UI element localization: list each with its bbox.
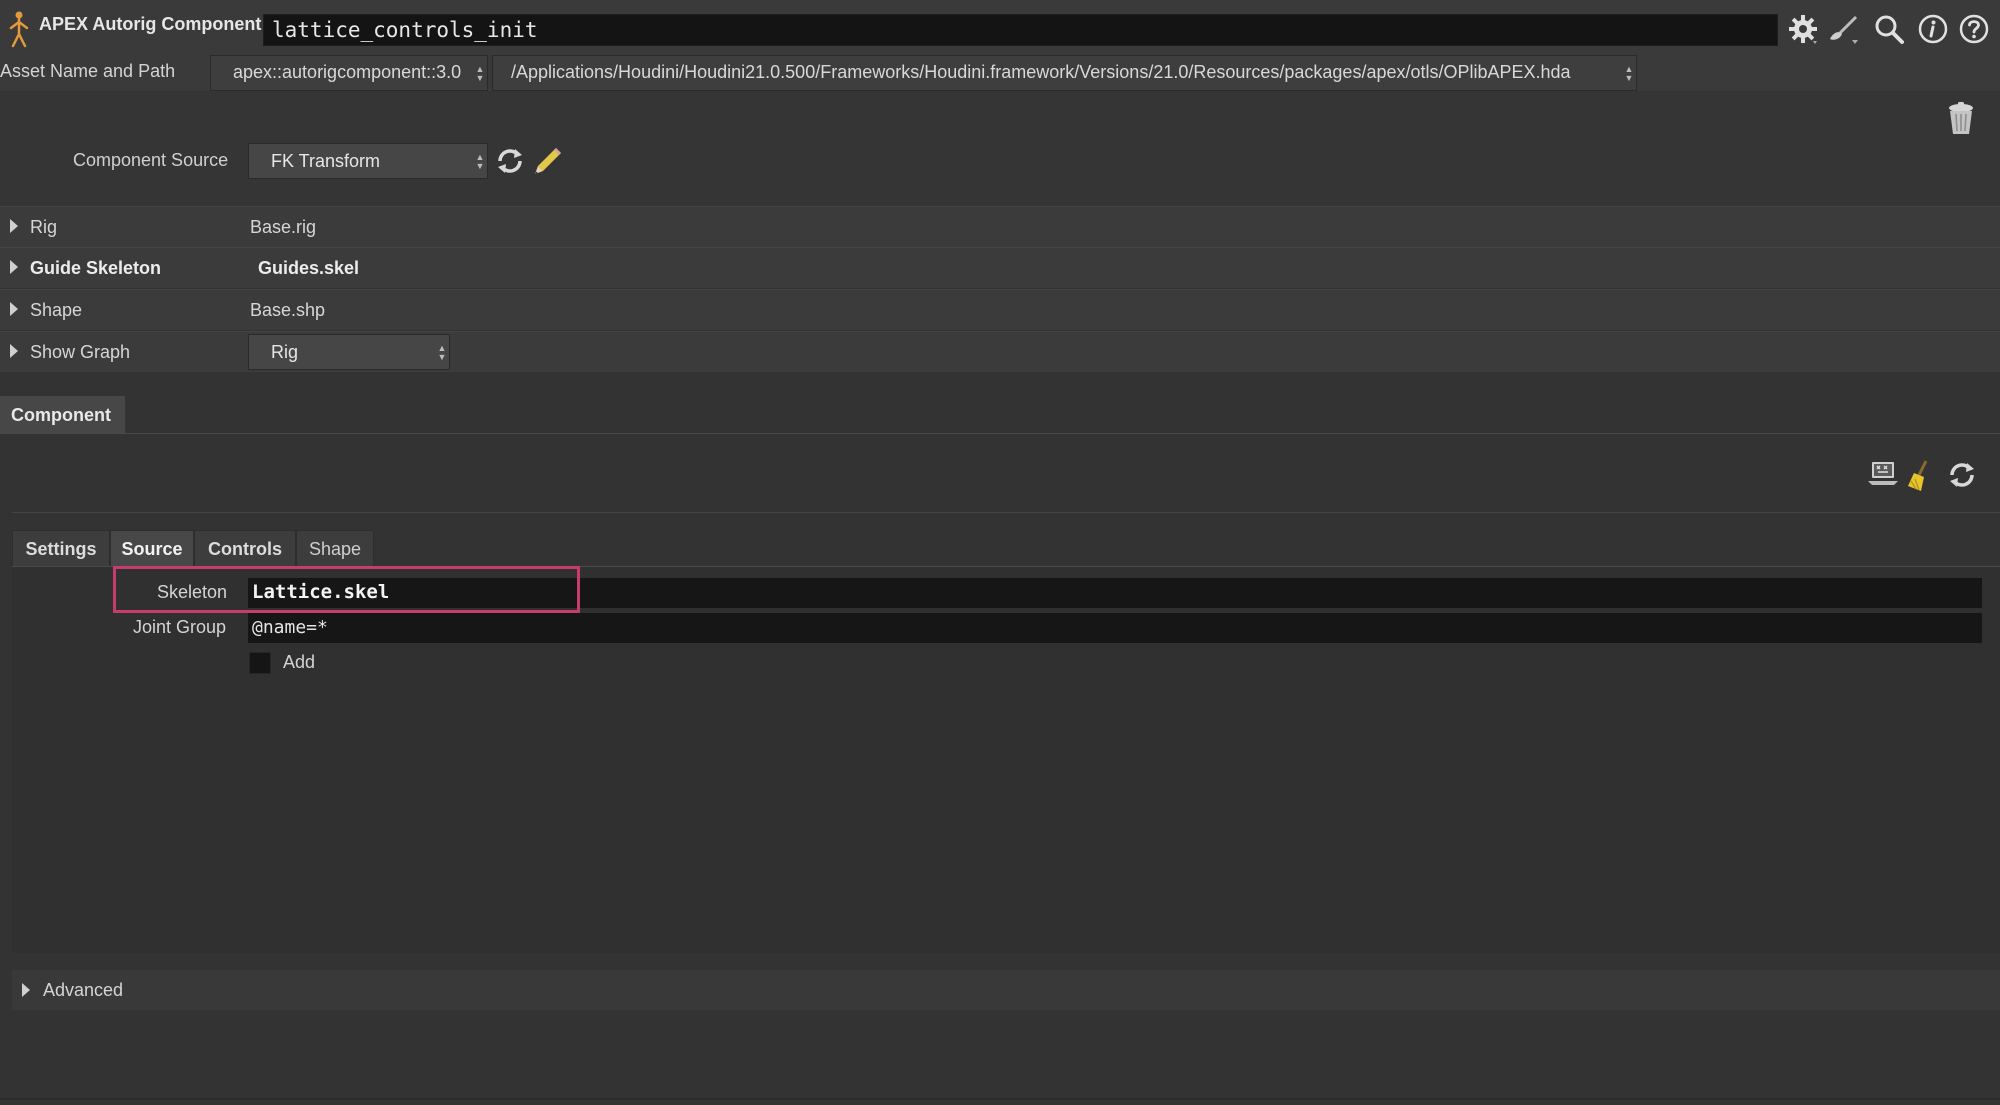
node-name-field[interactable]: lattice_controls_init (263, 14, 1778, 46)
refresh-icon[interactable] (1946, 459, 1978, 496)
component-source-label: Component Source (73, 150, 229, 170)
pencil-icon[interactable] (532, 145, 564, 182)
asset-row: Asset Name and Path apex::autorigcompone… (0, 55, 2000, 91)
add-checkbox[interactable] (249, 652, 271, 674)
gear-icon[interactable] (1786, 12, 1820, 46)
asset-path-select[interactable]: /Applications/Houdini/Houdini21.0.500/Fr… (492, 55, 1637, 91)
component-source-value: FK Transform (271, 151, 381, 171)
expand-arrow-icon[interactable] (10, 219, 18, 233)
expand-arrow-icon[interactable] (22, 983, 30, 997)
info-icon[interactable] (1916, 12, 1950, 46)
tab-source[interactable]: Source (110, 530, 194, 566)
param-label: Show Graph (30, 342, 131, 362)
divider (12, 512, 2000, 513)
param-row-shape[interactable]: Shape Base.shp (0, 289, 2000, 330)
spinner-arrows-icon[interactable]: ▲ ▼ (475, 63, 485, 85)
node-type-label: APEX Autorig Component (39, 14, 262, 34)
refresh-icon[interactable] (494, 145, 526, 182)
divider (0, 1098, 2000, 1100)
search-icon[interactable] (1872, 12, 1906, 46)
param-value: Base.shp (250, 300, 326, 320)
tab-component[interactable]: Component (0, 396, 125, 433)
expand-arrow-icon[interactable] (10, 344, 18, 358)
asset-name-select[interactable]: apex::autorigcomponent::3.0 ▲ ▼ (210, 55, 488, 91)
param-label: Guide Skeleton (30, 258, 162, 278)
brush-icon[interactable] (1826, 12, 1860, 46)
help-icon[interactable] (1957, 12, 1991, 46)
spinner-arrows-icon[interactable]: ▲ ▼ (1624, 63, 1634, 85)
add-label: Add (283, 652, 316, 672)
show-graph-select[interactable]: Rig ▲ ▼ (248, 334, 450, 370)
spinner-arrows-icon[interactable]: ▲ ▼ (475, 151, 485, 173)
param-row-guide-skeleton[interactable]: Guide Skeleton Guides.skel (0, 247, 2000, 288)
joint-group-field[interactable]: @name=* (248, 613, 1982, 643)
advanced-folder[interactable]: Advanced (12, 970, 2000, 1010)
asset-name-value: apex::autorigcomponent::3.0 (233, 62, 462, 82)
param-label: Shape (30, 300, 83, 320)
param-value: Guides.skel (258, 258, 360, 278)
expand-arrow-icon[interactable] (10, 302, 18, 316)
param-label: Rig (30, 217, 58, 237)
tab-shape[interactable]: Shape (296, 530, 374, 566)
param-row-rig[interactable]: Rig Base.rig (0, 206, 2000, 247)
spinner-arrows-icon[interactable]: ▲ ▼ (437, 342, 447, 364)
apex-figure-icon (8, 10, 30, 53)
trash-icon[interactable] (1946, 102, 1976, 141)
param-value: Base.rig (250, 217, 317, 237)
show-graph-value: Rig (271, 342, 299, 362)
expand-arrow-icon[interactable] (10, 260, 18, 274)
joint-group-label: Joint Group (133, 617, 227, 637)
clean-broom-icon[interactable] (1906, 459, 1936, 498)
asset-name-path-label: Asset Name and Path (0, 61, 176, 81)
divider (0, 433, 2000, 434)
tab-settings[interactable]: Settings (12, 530, 110, 566)
asset-path-value: /Applications/Houdini/Houdini21.0.500/Fr… (511, 62, 1571, 82)
display-graph-icon[interactable] (1866, 459, 1900, 494)
advanced-label: Advanced (43, 980, 124, 1000)
tab-controls[interactable]: Controls (194, 530, 296, 566)
parameter-header: APEX Autorig Component lattice_controls_… (0, 0, 2000, 57)
component-source-select[interactable]: FK Transform ▲ ▼ (248, 143, 488, 179)
highlight-box (113, 566, 580, 613)
